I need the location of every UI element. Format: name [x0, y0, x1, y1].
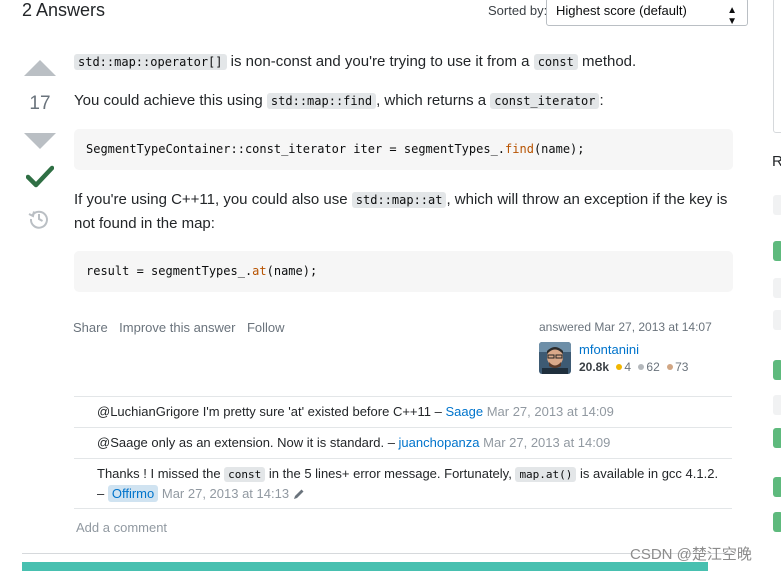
vote-count: 17 — [29, 93, 51, 114]
caret-updown-icon: ▲ ▼ — [727, 5, 737, 27]
user-card: answered Mar 27, 2013 at 14:07 mfontanin… — [539, 320, 739, 374]
user-name-link[interactable]: mfontanini — [579, 342, 639, 357]
inline-code: std::map::operator[] — [74, 54, 227, 70]
answer-paragraph-3: If you're using C++11, you could also us… — [74, 191, 728, 232]
inline-code: const — [533, 54, 578, 70]
sidebar-chip — [773, 512, 781, 532]
answered-timestamp: answered Mar 27, 2013 at 14:07 — [539, 320, 712, 334]
improve-answer-link[interactable]: Improve this answer — [119, 320, 235, 335]
comment-user-link[interactable]: Saage — [445, 404, 483, 419]
comment-item: @LuchianGrigore I'm pretty sure 'at' exi… — [97, 404, 614, 419]
sidebar-box — [773, 0, 781, 133]
sidebar-chip — [773, 241, 781, 261]
reputation-line: 20.8k 4 62 73 — [579, 360, 688, 374]
sort-label: Sorted by: — [488, 3, 548, 18]
gold-badge-count: 4 — [624, 360, 632, 374]
inline-code: std::map::at — [351, 192, 447, 208]
watermark: CSDN @楚江空晚 — [630, 546, 752, 563]
comment-divider — [74, 508, 732, 509]
sidebar-chip — [773, 428, 781, 448]
upvote-icon[interactable] — [24, 60, 56, 76]
bronze-badge-icon — [667, 364, 674, 370]
comment-user-link[interactable]: juanchopanza — [399, 435, 480, 450]
sidebar-chip — [773, 395, 781, 415]
avatar[interactable] — [539, 342, 571, 374]
comment-item: @Saage only as an extension. Now it is s… — [97, 435, 611, 450]
sort-select[interactable]: Highest score (default) ▲ ▼ — [546, 0, 748, 27]
comment-date[interactable]: Mar 27, 2013 at 14:13 — [162, 486, 289, 501]
gold-badge-icon — [616, 364, 623, 370]
share-link[interactable]: Share — [73, 320, 108, 335]
edit-pencil-icon[interactable] — [293, 486, 305, 505]
sidebar-heading-letter: R — [772, 153, 781, 170]
next-answer-edge — [22, 562, 708, 571]
reputation-score: 20.8k — [579, 360, 610, 374]
post-menu: Share Improve this answer Follow — [73, 319, 292, 337]
sidebar-chip — [773, 278, 781, 298]
inline-code: const — [224, 467, 266, 482]
downvote-icon[interactable] — [24, 133, 56, 149]
sidebar-chip — [773, 195, 781, 215]
answer-paragraph-1: std::map::operator[] is non-const and yo… — [74, 50, 734, 74]
follow-link[interactable]: Follow — [247, 320, 285, 335]
add-comment-link[interactable]: Add a comment — [76, 520, 167, 535]
bronze-badge-count: 73 — [675, 360, 689, 374]
sort-select-value: Highest score (default) — [556, 3, 687, 18]
answer-paragraph-2: You could achieve this using std::map::f… — [74, 92, 604, 109]
comment-date[interactable]: Mar 27, 2013 at 14:09 — [487, 404, 614, 419]
history-icon[interactable] — [28, 208, 50, 235]
comment-divider — [74, 427, 732, 428]
comment-item: Thanks ! I missed the const in the 5 lin… — [97, 464, 727, 505]
comment-divider — [74, 396, 732, 397]
comment-divider — [74, 458, 732, 459]
answers-count-heading: 2 Answers — [22, 0, 106, 20]
code-block-at: result = segmentTypes_.at(name); — [74, 251, 733, 292]
inline-code: const_iterator — [490, 93, 600, 109]
sidebar-chip — [773, 310, 781, 330]
silver-badge-icon — [638, 364, 645, 370]
comment-user-link[interactable]: Offirmo — [107, 485, 159, 502]
silver-badge-count: 62 — [646, 360, 660, 374]
inline-code: map.at() — [515, 467, 577, 482]
sidebar-chip — [773, 360, 781, 380]
answer-divider — [22, 553, 732, 554]
comment-date[interactable]: Mar 27, 2013 at 14:09 — [483, 435, 610, 450]
sidebar-chip — [773, 477, 781, 497]
inline-code: std::map::find — [266, 93, 377, 109]
accepted-check-icon — [25, 164, 55, 193]
code-block-find: SegmentTypeContainer::const_iterator ite… — [74, 129, 733, 170]
